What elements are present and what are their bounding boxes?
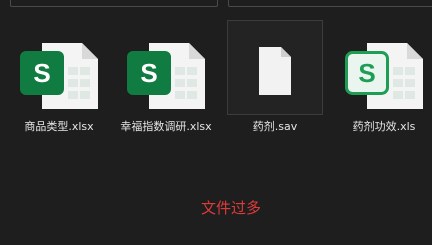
top-left-field[interactable]: [10, 0, 218, 7]
excel-file-icon: S: [127, 43, 205, 109]
file-item[interactable]: S 商品类型.xlsx: [11, 20, 107, 150]
top-right-field[interactable]: [228, 0, 432, 7]
file-name: 药剂功效.xls: [352, 120, 416, 133]
file-item[interactable]: S 药剂功效.xls: [336, 20, 432, 150]
file-name: 幸福指数调研.xlsx: [120, 120, 212, 133]
file-name: 药剂.sav: [252, 120, 298, 133]
blank-file-icon: [259, 47, 291, 95]
excel-xls-file-icon: S: [345, 43, 423, 109]
too-many-files-message: 文件过多: [200, 199, 261, 217]
svg-text:S: S: [33, 58, 50, 88]
file-item[interactable]: S 幸福指数调研.xlsx: [118, 20, 214, 150]
excel-file-icon: S: [20, 43, 98, 109]
file-item-selected[interactable]: 药剂.sav: [227, 20, 323, 133]
svg-text:S: S: [358, 58, 375, 88]
file-name: 商品类型.xlsx: [24, 120, 94, 133]
svg-text:S: S: [140, 58, 157, 88]
